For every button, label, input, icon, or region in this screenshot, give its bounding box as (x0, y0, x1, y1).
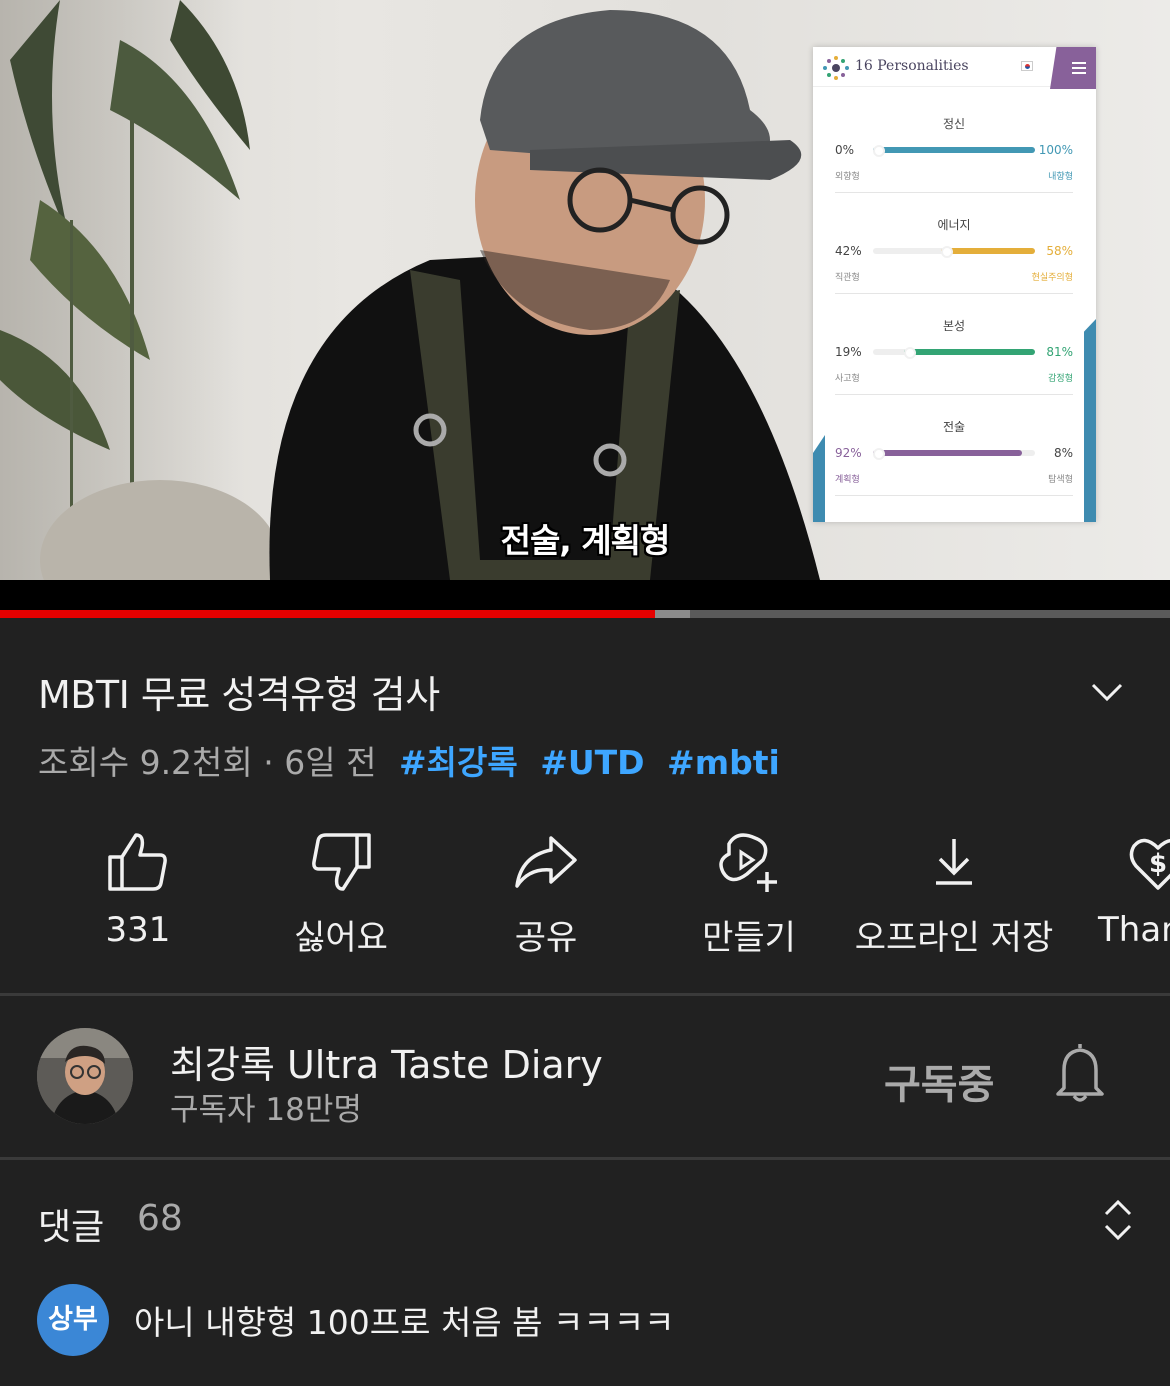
trait-bar-track (873, 246, 1035, 258)
bell-icon[interactable] (1052, 1040, 1108, 1104)
create-icon (719, 833, 777, 892)
download-icon (936, 839, 972, 885)
trait-row: 본성 19% 81% 사고형 감정형 (835, 295, 1073, 395)
subscriber-count: 구독자 18만명 (170, 1092, 362, 1128)
trait-left-percent: 92% (835, 446, 862, 460)
trait-right-percent: 81% (1046, 345, 1073, 359)
trait-row: 정신 0% 100% 외향형 내향형 (835, 93, 1073, 193)
trait-right-label: 탐색형 (1048, 475, 1073, 485)
divider (0, 993, 1170, 996)
trait-left-percent: 19% (835, 345, 862, 359)
top-comment-text: 아니 내향형 100프로 처음 봄 ㅋㅋㅋㅋ (134, 1303, 675, 1342)
trait-left-percent: 42% (835, 244, 862, 258)
create-label: 만들기 (702, 918, 796, 958)
channel-avatar[interactable] (37, 1028, 133, 1124)
mbti-result-card: 16 Personalities 정신 0% 100% 외향형 내향형에너지 42% 58%… (813, 47, 1096, 522)
hashtag-link[interactable]: #최강록 (399, 743, 518, 782)
trait-row: 에너지 42% 58% 직관형 현실주의형 (835, 194, 1073, 294)
brand-name: 16 Personalities (855, 58, 969, 74)
video-title[interactable]: MBTI 무료 성격유형 검사 (38, 664, 440, 719)
video-player[interactable]: 16 Personalities 정신 0% 100% 외향형 내향형에너지 42% 58%… (0, 0, 1170, 580)
language-flag-icon (1021, 61, 1033, 71)
view-count: 조회수 9.2천회 · 6일 전 (38, 743, 377, 782)
trait-left-label: 외향형 (835, 172, 860, 182)
divider (0, 1157, 1170, 1160)
like-count: 331 (105, 910, 171, 950)
like-button[interactable]: 331 (38, 826, 238, 950)
download-label: 오프라인 저장 (854, 918, 1054, 958)
dislike-label: 싫어요 (294, 918, 388, 958)
commenter-avatar: 상부 (37, 1284, 109, 1356)
trait-right-label: 현실주의형 (1031, 273, 1073, 283)
share-label: 공유 (514, 918, 578, 958)
trait-bar-fill (873, 145, 1035, 157)
trait-bar-fill (873, 448, 1023, 460)
trait-name: 에너지 (937, 218, 971, 232)
hashtag-link[interactable]: #UTD (540, 743, 644, 782)
trait-left-percent: 0% (835, 143, 855, 157)
trait-right-label: 내향형 (1048, 172, 1073, 182)
trait-right-label: 감정형 (1048, 374, 1073, 384)
decoration-shape (813, 435, 825, 522)
subscribed-button[interactable]: 구독중 (884, 1052, 994, 1110)
channel-avatar-image (37, 1028, 133, 1124)
card-header: 16 Personalities (813, 47, 1096, 89)
thanks-button[interactable]: $ Than (1098, 826, 1170, 950)
trait-row: 전술 92% 8% 계획형 탐색형 (835, 396, 1073, 496)
create-button[interactable]: 만들기 (649, 826, 849, 959)
trait-name: 본성 (942, 319, 966, 333)
action-bar: 331 싫어요 공유 만들기 오프라인 저장 $ Tha (0, 826, 1170, 966)
video-letterbox (0, 580, 1170, 610)
video-subtitle: 전술, 계획형 (500, 521, 671, 560)
channel-name[interactable]: 최강록 Ultra Taste Diary (170, 1034, 603, 1089)
comments-label: 댓글 (38, 1207, 105, 1248)
trait-bar-track (873, 145, 1035, 157)
trait-bar-fill (903, 347, 1035, 359)
trait-bar-track (873, 448, 1035, 460)
share-icon (515, 836, 577, 888)
expand-collapse-icon[interactable] (1100, 1198, 1136, 1242)
trait-left-label: 계획형 (835, 475, 860, 485)
trait-bar-track (873, 347, 1035, 359)
share-button[interactable]: 공유 (446, 826, 646, 959)
thanks-label: Than (1098, 910, 1170, 950)
16personalities-logo-icon (823, 56, 849, 80)
trait-right-percent: 58% (1046, 244, 1073, 258)
trait-right-percent: 8% (1053, 446, 1073, 460)
person-image (269, 10, 820, 580)
trait-right-percent: 100% (1038, 143, 1073, 157)
dislike-button[interactable]: 싫어요 (241, 826, 441, 959)
played-bar (0, 610, 656, 618)
video-meta: 조회수 9.2천회 · 6일 전 #최강록 #UTD #mbti (38, 736, 780, 784)
menu-icon (1050, 47, 1096, 89)
decoration-shape (1084, 319, 1096, 522)
download-button[interactable]: 오프라인 저장 (854, 826, 1054, 959)
chevron-down-icon[interactable] (1090, 680, 1124, 704)
thumbs-up-icon (108, 833, 167, 891)
trait-name: 전술 (942, 420, 966, 434)
comments-count: 68 (137, 1198, 183, 1239)
thanks-icon: $ (1129, 838, 1170, 890)
video-progress-bar[interactable] (0, 610, 1170, 618)
svg-text:$: $ (1149, 849, 1167, 879)
trait-left-label: 사고형 (835, 374, 860, 384)
thumbs-down-icon (312, 833, 371, 891)
trait-bar-fill (941, 246, 1035, 258)
hashtag-link[interactable]: #mbti (667, 743, 780, 782)
trait-name: 정신 (942, 117, 966, 131)
trait-left-label: 직관형 (835, 273, 860, 283)
